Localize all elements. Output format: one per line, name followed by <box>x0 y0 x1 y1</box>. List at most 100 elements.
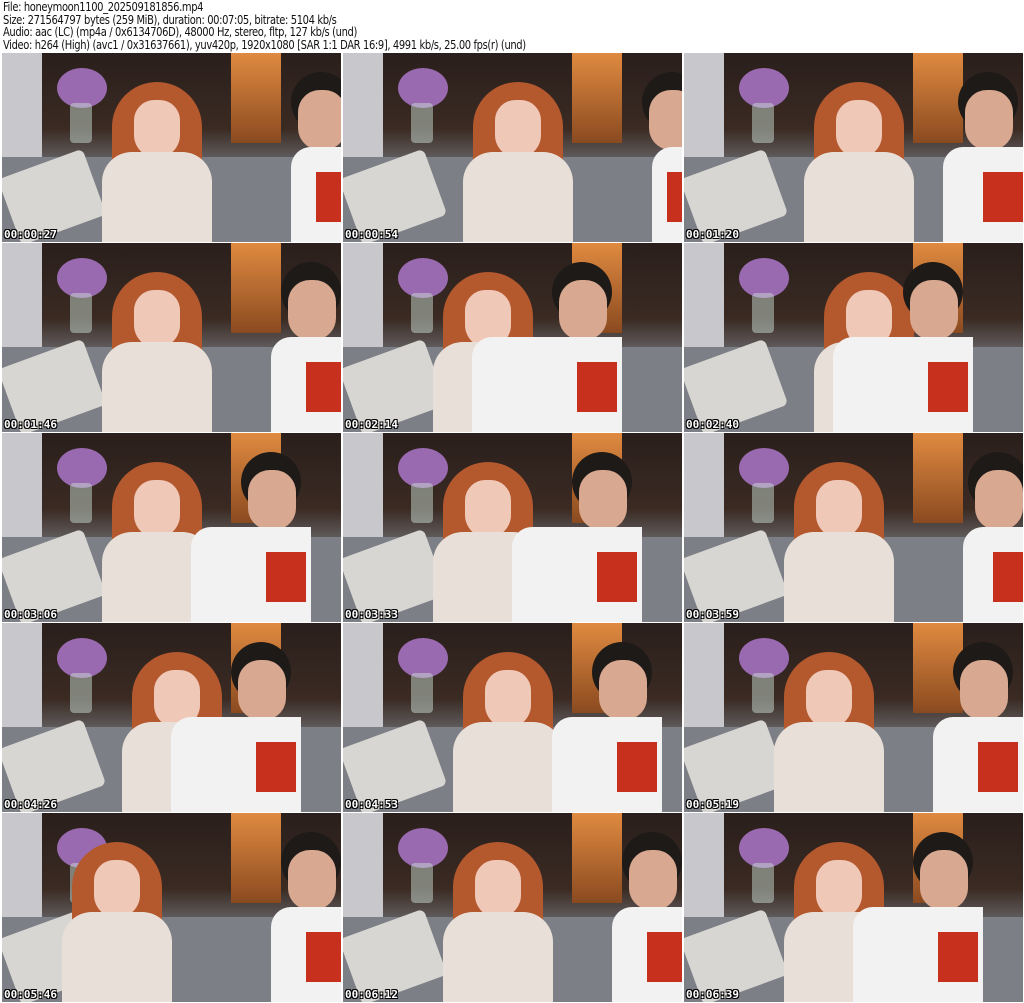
wall-panel <box>2 433 42 543</box>
man-figure <box>552 642 662 812</box>
thumbnail-timestamp: 00:02:14 <box>345 418 398 431</box>
man-figure <box>271 832 341 1002</box>
vase <box>411 863 433 903</box>
wall-panel <box>2 623 42 733</box>
man-figure <box>933 642 1023 812</box>
vase <box>70 293 92 333</box>
vase <box>752 483 774 523</box>
thumbnail-timestamp: 00:02:40 <box>686 418 739 431</box>
man-figure <box>271 262 341 432</box>
video-thumbnail: 00:03:59 <box>684 433 1023 622</box>
woman-figure <box>804 82 914 242</box>
wall-panel <box>343 623 383 733</box>
flower-bouquet <box>739 258 789 298</box>
flower-bouquet <box>739 448 789 488</box>
video-thumbnail: 00:02:14 <box>343 243 682 432</box>
vase <box>70 673 92 713</box>
vase <box>752 103 774 143</box>
video-thumbnail: 00:04:26 <box>2 623 341 812</box>
thumbnail-timestamp: 00:00:27 <box>4 228 57 241</box>
video-thumbnail: 00:04:53 <box>343 623 682 812</box>
wall-panel <box>343 243 383 353</box>
vase <box>411 293 433 333</box>
thumbnail-timestamp: 00:04:26 <box>4 798 57 811</box>
wall-panel <box>684 53 724 163</box>
flower-bouquet <box>398 638 448 678</box>
video-thumbnail: 00:03:33 <box>343 433 682 622</box>
video-thumbnail: 00:05:19 <box>684 623 1023 812</box>
wall-panel <box>2 813 42 923</box>
vase <box>70 483 92 523</box>
video-thumbnail: 00:01:46 <box>2 243 341 432</box>
video-thumbnail: 00:00:27 <box>2 53 341 242</box>
vase <box>752 293 774 333</box>
thumbnail-timestamp: 00:06:39 <box>686 988 739 1001</box>
man-figure <box>512 452 642 622</box>
video-thumbnail: 00:05:46 <box>2 813 341 1002</box>
wall-panel <box>343 433 383 543</box>
thumbnail-grid: 00:00:27 00:00:54 00:01:20 00:01:46 00:0… <box>2 53 1023 1002</box>
wall-panel <box>684 813 724 923</box>
video-thumbnail: 00:06:12 <box>343 813 682 1002</box>
man-figure <box>472 262 622 432</box>
man-figure <box>963 452 1023 622</box>
vase <box>411 103 433 143</box>
man-figure <box>943 72 1023 242</box>
lamp-light <box>231 53 281 143</box>
man-figure <box>291 72 341 242</box>
wall-panel <box>2 243 42 353</box>
wall-panel <box>684 623 724 733</box>
flower-bouquet <box>398 68 448 108</box>
thumbnail-timestamp: 00:03:59 <box>686 608 739 621</box>
man-figure <box>171 642 301 812</box>
flower-bouquet <box>739 68 789 108</box>
woman-figure <box>463 82 573 242</box>
woman-figure <box>453 652 563 812</box>
wall-panel <box>684 433 724 543</box>
video-info: Video: h264 (High) (avc1 / 0x31637661), … <box>3 37 526 52</box>
thumbnail-timestamp: 00:03:06 <box>4 608 57 621</box>
video-thumbnail: 00:01:20 <box>684 53 1023 242</box>
thumbnail-timestamp: 00:01:20 <box>686 228 739 241</box>
flower-bouquet <box>57 258 107 298</box>
thumbnail-timestamp: 00:01:46 <box>4 418 57 431</box>
wall-panel <box>343 53 383 163</box>
file-name: File: honeymoon1100_202509181856.mp4 <box>3 0 204 14</box>
woman-figure <box>443 842 553 1002</box>
woman-figure <box>62 842 172 1002</box>
lamp-light <box>913 433 963 523</box>
vase <box>752 673 774 713</box>
flower-bouquet <box>398 828 448 868</box>
flower-bouquet <box>57 448 107 488</box>
wall-panel <box>343 813 383 923</box>
woman-figure <box>102 82 212 242</box>
lamp-light <box>572 53 622 143</box>
man-figure <box>642 72 682 242</box>
vase <box>411 483 433 523</box>
woman-figure <box>774 652 884 812</box>
thumbnail-timestamp: 00:04:53 <box>345 798 398 811</box>
thumbnail-timestamp: 00:00:54 <box>345 228 398 241</box>
video-thumbnail: 00:06:39 <box>684 813 1023 1002</box>
flower-bouquet <box>739 828 789 868</box>
vase <box>752 863 774 903</box>
flower-bouquet <box>57 68 107 108</box>
video-thumbnail: 00:03:06 <box>2 433 341 622</box>
thumbnail-timestamp: 00:05:46 <box>4 988 57 1001</box>
video-thumbnail: 00:00:54 <box>343 53 682 242</box>
woman-figure <box>784 462 894 622</box>
wall-panel <box>684 243 724 353</box>
audio-info: Audio: aac (LC) (mp4a / 0x6134706D), 480… <box>3 25 357 40</box>
file-info-header: File: honeymoon1100_202509181856.mp4 Siz… <box>3 1 526 51</box>
woman-figure <box>102 272 212 432</box>
thumbnail-timestamp: 00:03:33 <box>345 608 398 621</box>
thumbnail-timestamp: 00:05:19 <box>686 798 739 811</box>
vase <box>70 103 92 143</box>
vase <box>411 673 433 713</box>
flower-bouquet <box>57 638 107 678</box>
man-figure <box>191 452 311 622</box>
man-figure <box>612 832 682 1002</box>
video-thumbnail: 00:02:40 <box>684 243 1023 432</box>
thumbnail-timestamp: 00:06:12 <box>345 988 398 1001</box>
wall-panel <box>2 53 42 163</box>
